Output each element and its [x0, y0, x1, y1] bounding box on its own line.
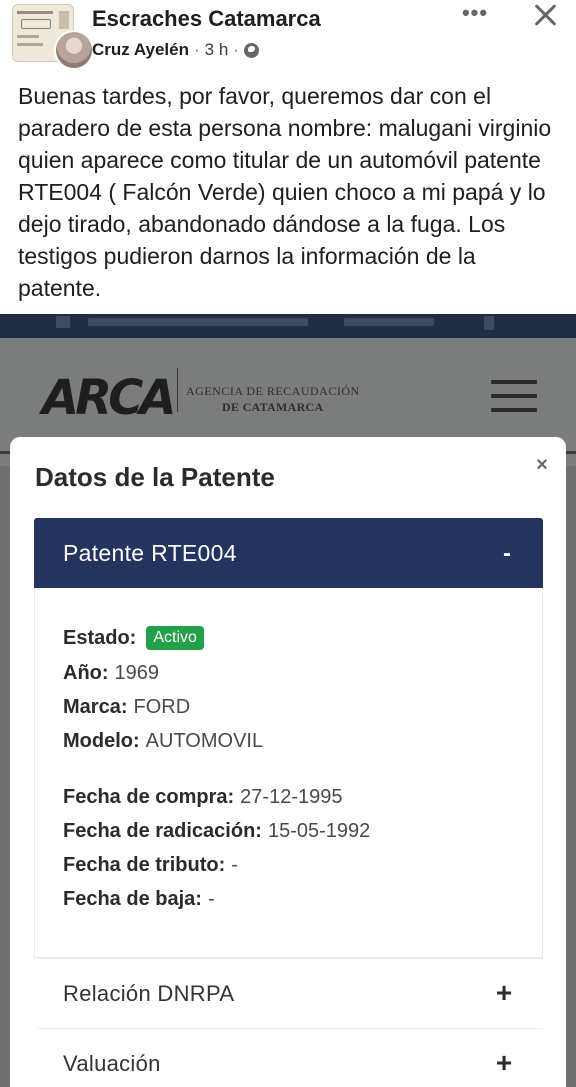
close-icon[interactable]	[530, 0, 560, 30]
site-topbar	[0, 314, 576, 338]
status-badge: Activo	[146, 626, 204, 650]
meta-separator: ·	[233, 40, 239, 59]
field-value: 1969	[114, 662, 160, 684]
post-text: Buenas tardes, por favor, queremos dar c…	[18, 83, 552, 301]
field-modelo: Modelo: AUTOMOVIL	[63, 730, 263, 753]
field-label: Marca:	[63, 696, 128, 718]
field-value: -	[207, 888, 215, 910]
author-avatar[interactable]	[54, 30, 94, 70]
expand-icon[interactable]: +	[493, 1047, 515, 1079]
field-estado: Estado: Activo	[63, 626, 204, 650]
post-meta: Cruz Ayelén · 3 h ·	[92, 40, 259, 60]
section-relacion-dnrpa[interactable]: Relación DNRPA +	[38, 958, 543, 1028]
field-anio: Año: 1969	[63, 662, 159, 685]
author-name[interactable]: Cruz Ayelén	[92, 40, 189, 60]
field-fecha-tributo: Fecha de tributo: -	[63, 854, 238, 877]
globe-icon	[243, 42, 259, 58]
arca-logo: ARCA	[42, 370, 176, 426]
section-label: Relación DNRPA	[63, 981, 235, 1006]
field-label: Año:	[63, 662, 109, 684]
group-name[interactable]: Escraches Catamarca	[92, 6, 321, 32]
modal-title: Datos de la Patente	[35, 462, 275, 492]
plate-accordion-header[interactable]: Patente RTE004 -	[34, 518, 543, 588]
plate-data-modal: Datos de la Patente × Patente RTE004 - E…	[10, 437, 566, 1087]
field-value: -	[231, 854, 238, 876]
field-fecha-baja: Fecha de baja: -	[63, 888, 215, 911]
field-marca: Marca: FORD	[63, 696, 190, 719]
collapse-icon[interactable]: -	[497, 540, 517, 568]
plate-accordion-body: Estado: Activo Año: 1969 Marca: FORD Mod…	[34, 588, 543, 958]
field-fecha-radicacion: Fecha de radicación: 15-05-1992	[63, 820, 370, 843]
field-label: Fecha de radicación:	[63, 820, 262, 842]
attached-screenshot[interactable]: ARCA AGENCIA DE RECAUDACIÓN DE CATAMARCA…	[0, 314, 576, 1087]
more-options-icon[interactable]: •••	[458, 2, 492, 28]
modal-close-icon[interactable]: ×	[532, 455, 552, 475]
field-label: Estado:	[63, 626, 137, 649]
field-value: 27-12-1995	[240, 786, 343, 808]
meta-separator: ·	[194, 40, 200, 59]
post-header: Escraches Catamarca Cruz Ayelén · 3 h · …	[0, 0, 576, 72]
hamburger-menu-icon[interactable]	[491, 380, 537, 414]
field-value: 15-05-1992	[267, 820, 371, 842]
section-label: Valuación	[63, 1051, 161, 1076]
field-label: Fecha de compra:	[63, 786, 235, 808]
field-label: Fecha de baja:	[63, 888, 202, 910]
expand-icon[interactable]: +	[493, 977, 515, 1009]
group-avatar[interactable]	[12, 4, 94, 70]
field-label: Fecha de tributo:	[63, 854, 226, 876]
field-fecha-compra: Fecha de compra: 27-12-1995	[63, 786, 342, 809]
agency-name-line2: DE CATAMARCA	[222, 400, 324, 414]
field-label: Modelo:	[63, 730, 140, 752]
field-value: AUTOMOVIL	[145, 730, 264, 752]
section-valuacion[interactable]: Valuación +	[38, 1028, 543, 1087]
field-value: FORD	[133, 696, 191, 718]
plate-header-label: Patente RTE004	[63, 540, 237, 566]
post-time[interactable]: 3 h	[205, 40, 229, 60]
agency-name-line1: AGENCIA DE RECAUDACIÓN	[186, 384, 360, 398]
logo-divider	[177, 368, 178, 412]
